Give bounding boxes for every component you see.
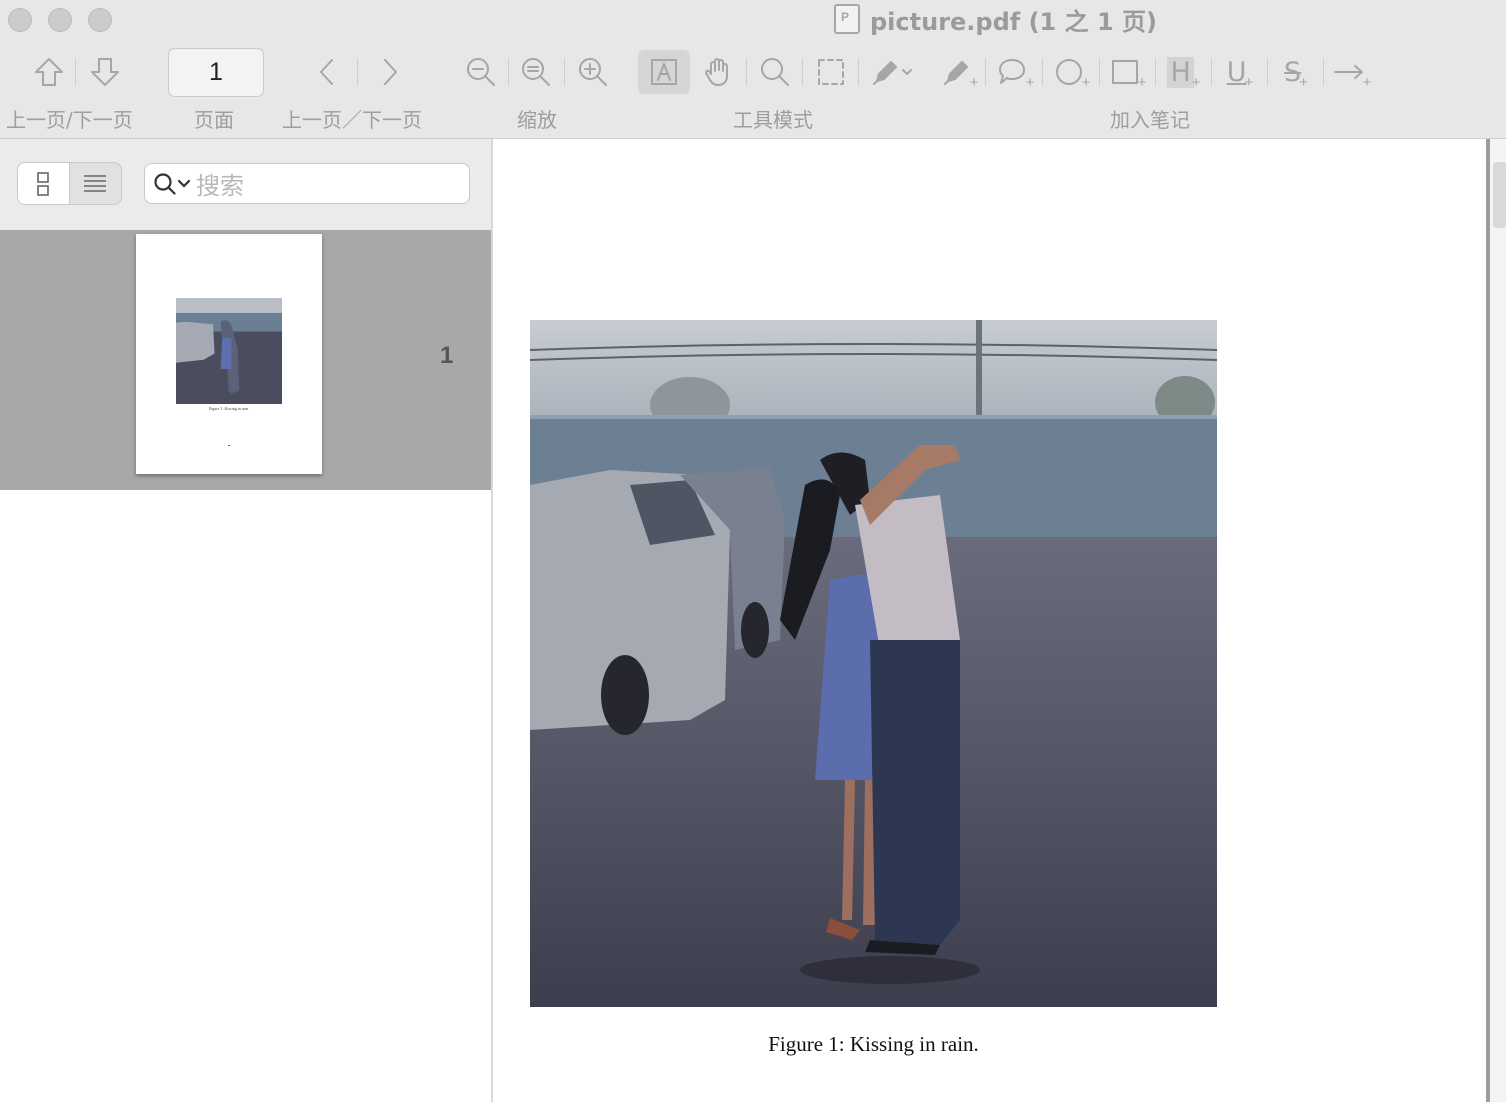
circle-shape-icon [1055, 59, 1082, 85]
add-strikethrough-button[interactable]: S + [1276, 50, 1316, 94]
chevron-down-icon [902, 69, 912, 75]
thumbnail-page-mark [228, 445, 230, 446]
plus-icon: + [1362, 73, 1372, 91]
plus-icon: + [1299, 73, 1308, 91]
label-prev-next: 上一页／下一页 [282, 108, 422, 132]
zoom-in-button[interactable] [574, 50, 612, 94]
zoom-window-button[interactable] [88, 8, 112, 32]
label-add-note: 加入笔记 [1110, 108, 1190, 132]
toolbar-divider [1099, 58, 1100, 86]
pdf-document-icon [834, 4, 860, 34]
sidebar-header: 搜索 [0, 139, 491, 230]
toolbar-divider [1155, 58, 1156, 86]
toolbar-divider [858, 58, 859, 86]
chevron-down-icon [178, 179, 190, 188]
thumbnail-photo [176, 298, 282, 404]
page-thumbnail[interactable]: Figure 1: Kissing in rain. [136, 234, 322, 474]
plus-icon: + [1191, 73, 1201, 91]
plus-icon: + [1137, 73, 1147, 91]
magnifier-icon [761, 58, 789, 86]
hand-icon [705, 58, 728, 86]
page-number-field[interactable]: 1 [168, 48, 264, 97]
thumbnail-view-button[interactable] [18, 163, 70, 204]
next-page-button[interactable] [86, 50, 124, 94]
plus-icon: + [969, 73, 979, 91]
add-rectangle-button[interactable]: + [1108, 50, 1148, 94]
toolbar-divider [508, 58, 509, 86]
toolbar-divider [564, 58, 565, 86]
document-page[interactable]: Figure 1: Kissing in rain. [494, 139, 1486, 1102]
figure-caption: Figure 1: Kissing in rain. [768, 1032, 979, 1056]
actual-size-button[interactable] [517, 50, 555, 94]
forward-button[interactable] [373, 50, 407, 94]
marquee-select-icon [818, 59, 844, 85]
thumbnail-page-number: 1 [440, 342, 454, 369]
figure-photo [530, 320, 1217, 1007]
toolbar-divider [802, 58, 803, 86]
label-tool-mode: 工具模式 [733, 108, 813, 132]
toolbar-divider [985, 58, 986, 86]
label-prev-next-page: 上一页/下一页 [6, 108, 133, 132]
highlight-icon: H [1167, 56, 1194, 88]
zoom-out-button[interactable] [462, 50, 500, 94]
text-tool-icon [651, 59, 677, 85]
text-select-tool-button[interactable] [638, 50, 690, 94]
search-icon [154, 172, 176, 195]
magnifier-tool-button[interactable] [756, 50, 794, 94]
add-underline-button[interactable]: U + [1220, 50, 1260, 94]
zoom-out-icon [467, 58, 495, 86]
add-circle-button[interactable]: + [1052, 50, 1092, 94]
search-field[interactable]: 搜索 [144, 163, 470, 204]
arrow-right-icon [1333, 65, 1363, 79]
zoom-actual-icon [522, 58, 550, 86]
add-comment-button[interactable]: + [995, 50, 1035, 94]
highlighter-menu-button[interactable] [868, 50, 916, 94]
scrollbar-thumb[interactable] [1493, 162, 1506, 228]
previous-page-button[interactable] [30, 50, 68, 94]
back-button[interactable] [310, 50, 344, 94]
chevron-left-icon [320, 59, 333, 85]
toolbar-divider [1267, 58, 1268, 86]
add-pen-note-button[interactable]: + [940, 50, 980, 94]
toolbar: picture.pdf (1 之 1 页) 1 [0, 0, 1506, 139]
pen-icon [873, 61, 897, 85]
thumbnails-icon [37, 171, 50, 196]
label-zoom: 缩放 [517, 108, 557, 132]
add-highlight-button[interactable]: H + [1164, 50, 1204, 94]
view-mode-segmented-control [17, 162, 122, 205]
plus-icon: + [1025, 73, 1035, 91]
search-placeholder: 搜索 [196, 172, 244, 200]
scrollbar-track[interactable] [1490, 139, 1506, 1102]
hand-tool-button[interactable] [700, 50, 738, 94]
arrow-down-icon [91, 58, 119, 86]
window-title: picture.pdf (1 之 1 页) [834, 2, 1157, 36]
toolbar-divider [746, 58, 747, 86]
rain-kiss-photo [530, 320, 1217, 1007]
add-arrow-button[interactable]: + [1332, 50, 1372, 94]
list-icon [84, 174, 107, 192]
sidebar: 搜索 Figure 1: Kissing in rain. 1 [0, 139, 493, 1102]
toolbar-divider [75, 58, 76, 86]
rectangle-shape-icon [1111, 60, 1138, 84]
toolbar-divider [357, 58, 358, 86]
plus-icon: + [1244, 73, 1254, 91]
window-title-text: picture.pdf (1 之 1 页) [870, 7, 1157, 36]
label-page: 页面 [194, 108, 234, 132]
toolbar-divider [1323, 58, 1324, 86]
thumbnail-caption: Figure 1: Kissing in rain. [208, 406, 250, 411]
toolbar-divider [1042, 58, 1043, 86]
plus-icon: + [1081, 73, 1091, 91]
minimize-window-button[interactable] [48, 8, 72, 32]
pen-icon [943, 61, 968, 85]
list-view-button[interactable] [70, 163, 122, 204]
toolbar-divider [1211, 58, 1212, 86]
arrow-up-icon [35, 58, 63, 86]
close-window-button[interactable] [8, 8, 32, 32]
chevron-right-icon [384, 59, 397, 85]
thumbnail-row-selected[interactable]: Figure 1: Kissing in rain. 1 [0, 230, 491, 490]
speech-bubble-icon [998, 59, 1025, 84]
zoom-in-icon [579, 58, 607, 86]
rect-select-tool-button[interactable] [812, 50, 850, 94]
